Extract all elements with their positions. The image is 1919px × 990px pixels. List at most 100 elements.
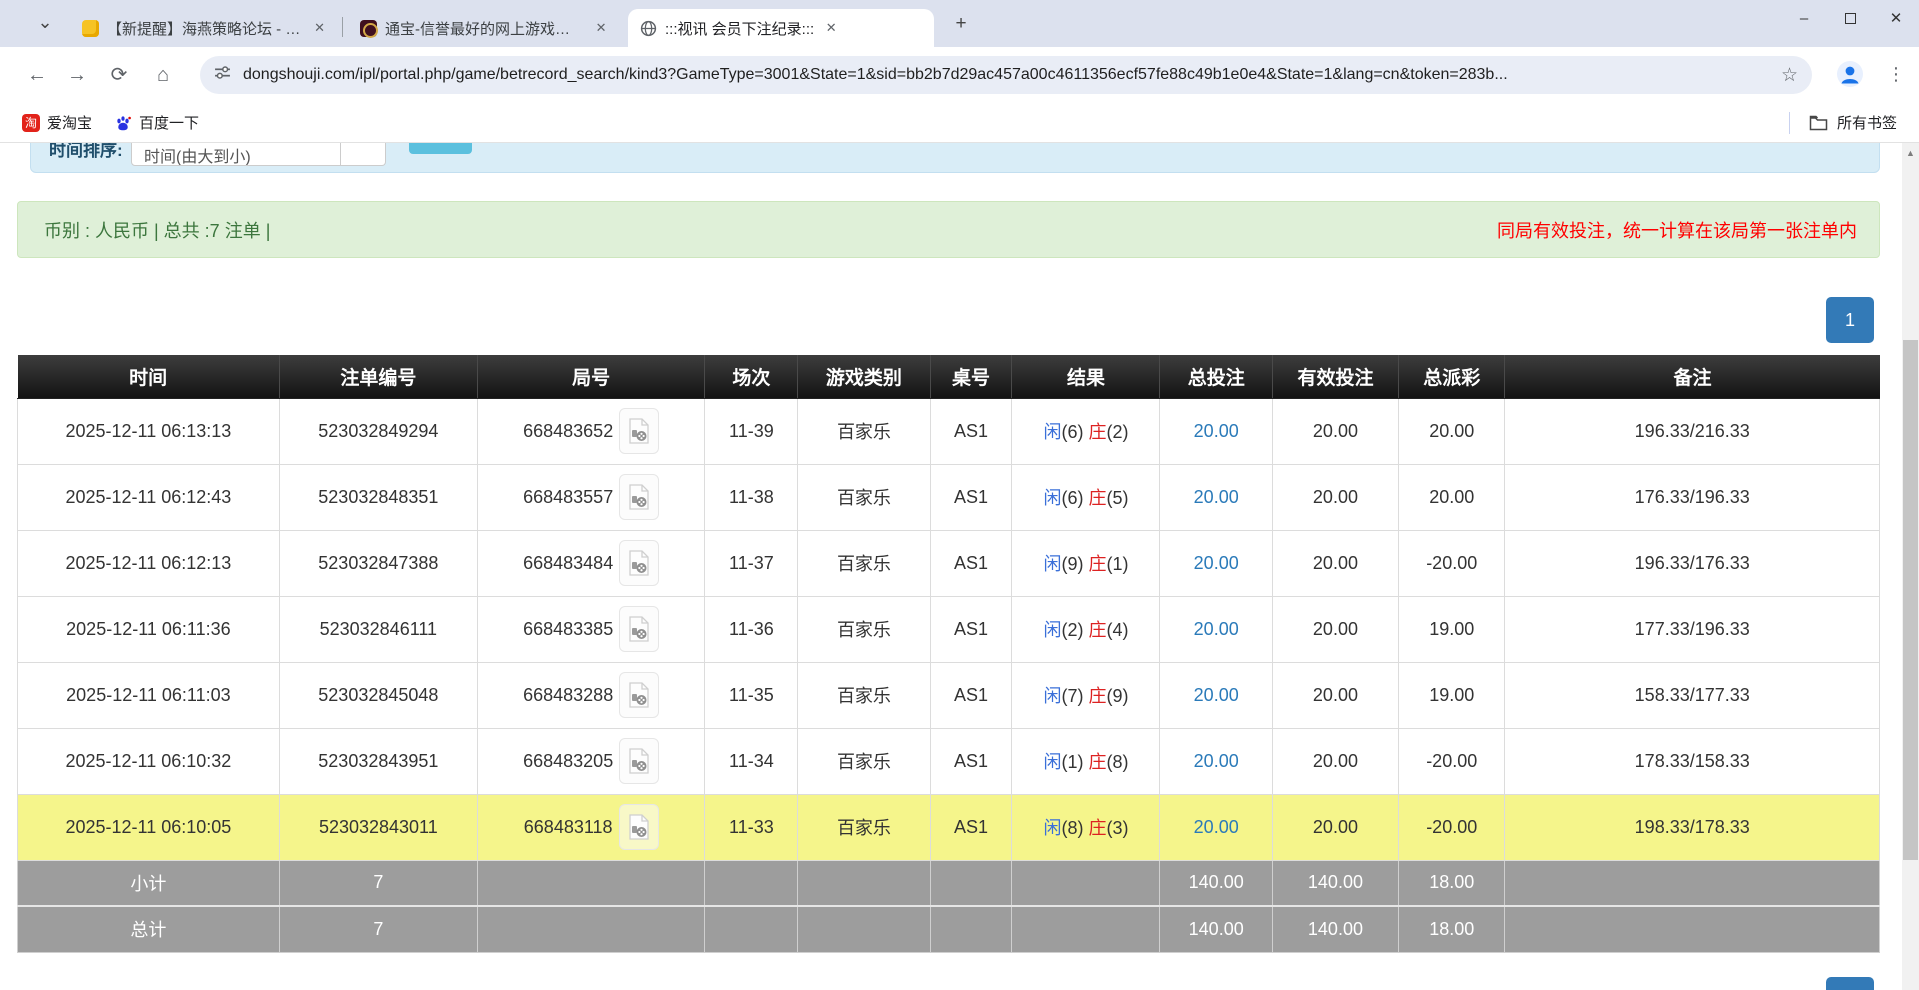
cell-bet-id: 523032847388	[279, 530, 477, 596]
table-row: 2025-12-11 06:12:43523032848351668483557…	[18, 464, 1880, 530]
sort-select-secondary[interactable]	[341, 143, 386, 166]
cell-round-id: 668483288	[477, 662, 705, 728]
tab-close-icon[interactable]: ✕	[311, 19, 328, 37]
pagination-page-1-bottom[interactable]: 1	[1826, 977, 1874, 990]
cell-game-type: 百家乐	[798, 662, 930, 728]
round-number: 668483652	[523, 421, 613, 442]
cell-payout: 19.00	[1398, 662, 1505, 728]
cell-game-type: 百家乐	[798, 794, 930, 860]
address-bar[interactable]: dongshouji.com/ipl/portal.php/game/betre…	[200, 56, 1812, 94]
maximize-button[interactable]	[1827, 0, 1873, 40]
header-table-no: 桌号	[930, 355, 1012, 398]
total-bet-link[interactable]: 20.00	[1194, 553, 1239, 573]
result-player-value: (6)	[1061, 422, 1088, 442]
cell-time: 2025-12-11 06:11:03	[18, 662, 280, 728]
tab-bet-records[interactable]: :::视讯 会员下注纪录::: ✕	[628, 9, 934, 47]
video-record-icon[interactable]	[619, 606, 659, 652]
table-row: 2025-12-11 06:10:32523032843951668483205…	[18, 728, 1880, 794]
tab-title: 通宝-信誉最好的网上游戏平台	[385, 18, 584, 39]
minimize-button[interactable]: –	[1781, 0, 1827, 40]
menu-dots-icon[interactable]: ⋮	[1886, 60, 1906, 88]
pagination-page-1[interactable]: 1	[1826, 297, 1874, 343]
tab-close-icon[interactable]: ✕	[822, 19, 840, 37]
sort-select[interactable]: 时间(由大到小)	[131, 143, 341, 166]
summary-bar: 币别 : 人民币 | 总共 :7 注单 | 同局有效投注，统一计算在该局第一张注…	[17, 201, 1880, 258]
cell-payout: 19.00	[1398, 596, 1505, 662]
cell-total-bet[interactable]: 20.00	[1160, 530, 1272, 596]
cell-result: 闲(7) 庄(9)	[1012, 662, 1160, 728]
total-count: 7	[279, 906, 477, 952]
video-record-icon[interactable]	[619, 408, 659, 454]
tab-tongbao[interactable]: 通宝-信誉最好的网上游戏平台 ✕	[348, 9, 620, 47]
result-player-label: 闲	[1043, 422, 1061, 442]
header-total-bet: 总投注	[1160, 355, 1272, 398]
result-banker-label: 庄	[1088, 488, 1106, 508]
forward-icon[interactable]: →	[62, 61, 92, 91]
reload-icon[interactable]: ⟳	[104, 61, 134, 91]
scroll-up-icon[interactable]: ▲	[1902, 145, 1919, 161]
cell-total-bet[interactable]: 20.00	[1160, 464, 1272, 530]
url-text[interactable]: dongshouji.com/ipl/portal.php/game/betre…	[243, 66, 1771, 84]
video-record-icon[interactable]	[619, 738, 659, 784]
round-number: 668483557	[523, 487, 613, 508]
new-tab-button[interactable]: +	[948, 12, 974, 38]
result-banker-value: (1)	[1106, 554, 1128, 574]
profile-icon[interactable]	[1836, 60, 1864, 88]
back-icon[interactable]: ←	[22, 61, 52, 91]
bookmark-baidu[interactable]: 百度一下	[114, 112, 199, 133]
tab-close-icon[interactable]: ✕	[592, 19, 610, 37]
video-record-icon[interactable]	[619, 804, 659, 850]
total-bet-link[interactable]: 20.00	[1194, 619, 1239, 639]
subtotal-valid-bet: 140.00	[1272, 860, 1398, 906]
cell-total-bet[interactable]: 20.00	[1160, 398, 1272, 464]
search-button[interactable]	[409, 143, 472, 154]
close-window-button[interactable]: ✕	[1873, 0, 1919, 40]
cell-session: 11-37	[705, 530, 798, 596]
cell-result: 闲(1) 庄(8)	[1012, 728, 1160, 794]
bookmark-label: 百度一下	[139, 112, 199, 133]
globe-icon	[640, 20, 657, 37]
cell-valid-bet: 20.00	[1272, 662, 1398, 728]
bookmark-label: 爱淘宝	[47, 112, 92, 133]
result-banker-label: 庄	[1088, 818, 1106, 838]
video-record-icon[interactable]	[619, 672, 659, 718]
total-bet-link[interactable]: 20.00	[1194, 487, 1239, 507]
cell-session: 11-38	[705, 464, 798, 530]
scrollbar-thumb[interactable]	[1903, 340, 1918, 860]
cell-time: 2025-12-11 06:10:32	[18, 728, 280, 794]
result-banker-label: 庄	[1088, 422, 1106, 442]
total-bet-link[interactable]: 20.00	[1194, 817, 1239, 837]
total-bet-link[interactable]: 20.00	[1194, 751, 1239, 771]
cell-table-no: AS1	[930, 530, 1012, 596]
header-game-type: 游戏类别	[798, 355, 930, 398]
cell-total-bet[interactable]: 20.00	[1160, 728, 1272, 794]
result-banker-label: 庄	[1088, 554, 1106, 574]
folder-icon	[1809, 115, 1828, 131]
result-player-label: 闲	[1043, 488, 1061, 508]
tab-search-icon[interactable]: ⌄	[30, 10, 60, 38]
cell-total-bet[interactable]: 20.00	[1160, 596, 1272, 662]
result-banker-label: 庄	[1088, 752, 1106, 772]
cell-result: 闲(6) 庄(5)	[1012, 464, 1160, 530]
page-scrollbar[interactable]: ▲	[1902, 143, 1919, 990]
home-icon[interactable]: ⌂	[148, 61, 178, 91]
cell-total-bet[interactable]: 20.00	[1160, 662, 1272, 728]
cell-remark: 196.33/216.33	[1505, 398, 1880, 464]
subtotal-payout: 18.00	[1398, 860, 1505, 906]
all-bookmarks[interactable]: 所有书签	[1789, 112, 1919, 134]
site-settings-icon[interactable]	[214, 64, 231, 86]
tab-forum[interactable]: 【新提醒】海燕策略论坛 - 综合 ✕	[70, 9, 338, 47]
cell-round-id: 668483118	[477, 794, 705, 860]
cell-time: 2025-12-11 06:10:05	[18, 794, 280, 860]
result-player-value: (9)	[1061, 554, 1088, 574]
bookmarks-divider	[1789, 112, 1790, 134]
total-bet-link[interactable]: 20.00	[1194, 685, 1239, 705]
bookmark-star-icon[interactable]: ☆	[1781, 64, 1798, 87]
total-bet-link[interactable]: 20.00	[1194, 421, 1239, 441]
video-record-icon[interactable]	[619, 540, 659, 586]
bookmark-taobao[interactable]: 淘 爱淘宝	[22, 112, 92, 133]
cell-game-type: 百家乐	[798, 530, 930, 596]
cell-total-bet[interactable]: 20.00	[1160, 794, 1272, 860]
video-record-icon[interactable]	[619, 474, 659, 520]
cell-remark: 178.33/158.33	[1505, 728, 1880, 794]
